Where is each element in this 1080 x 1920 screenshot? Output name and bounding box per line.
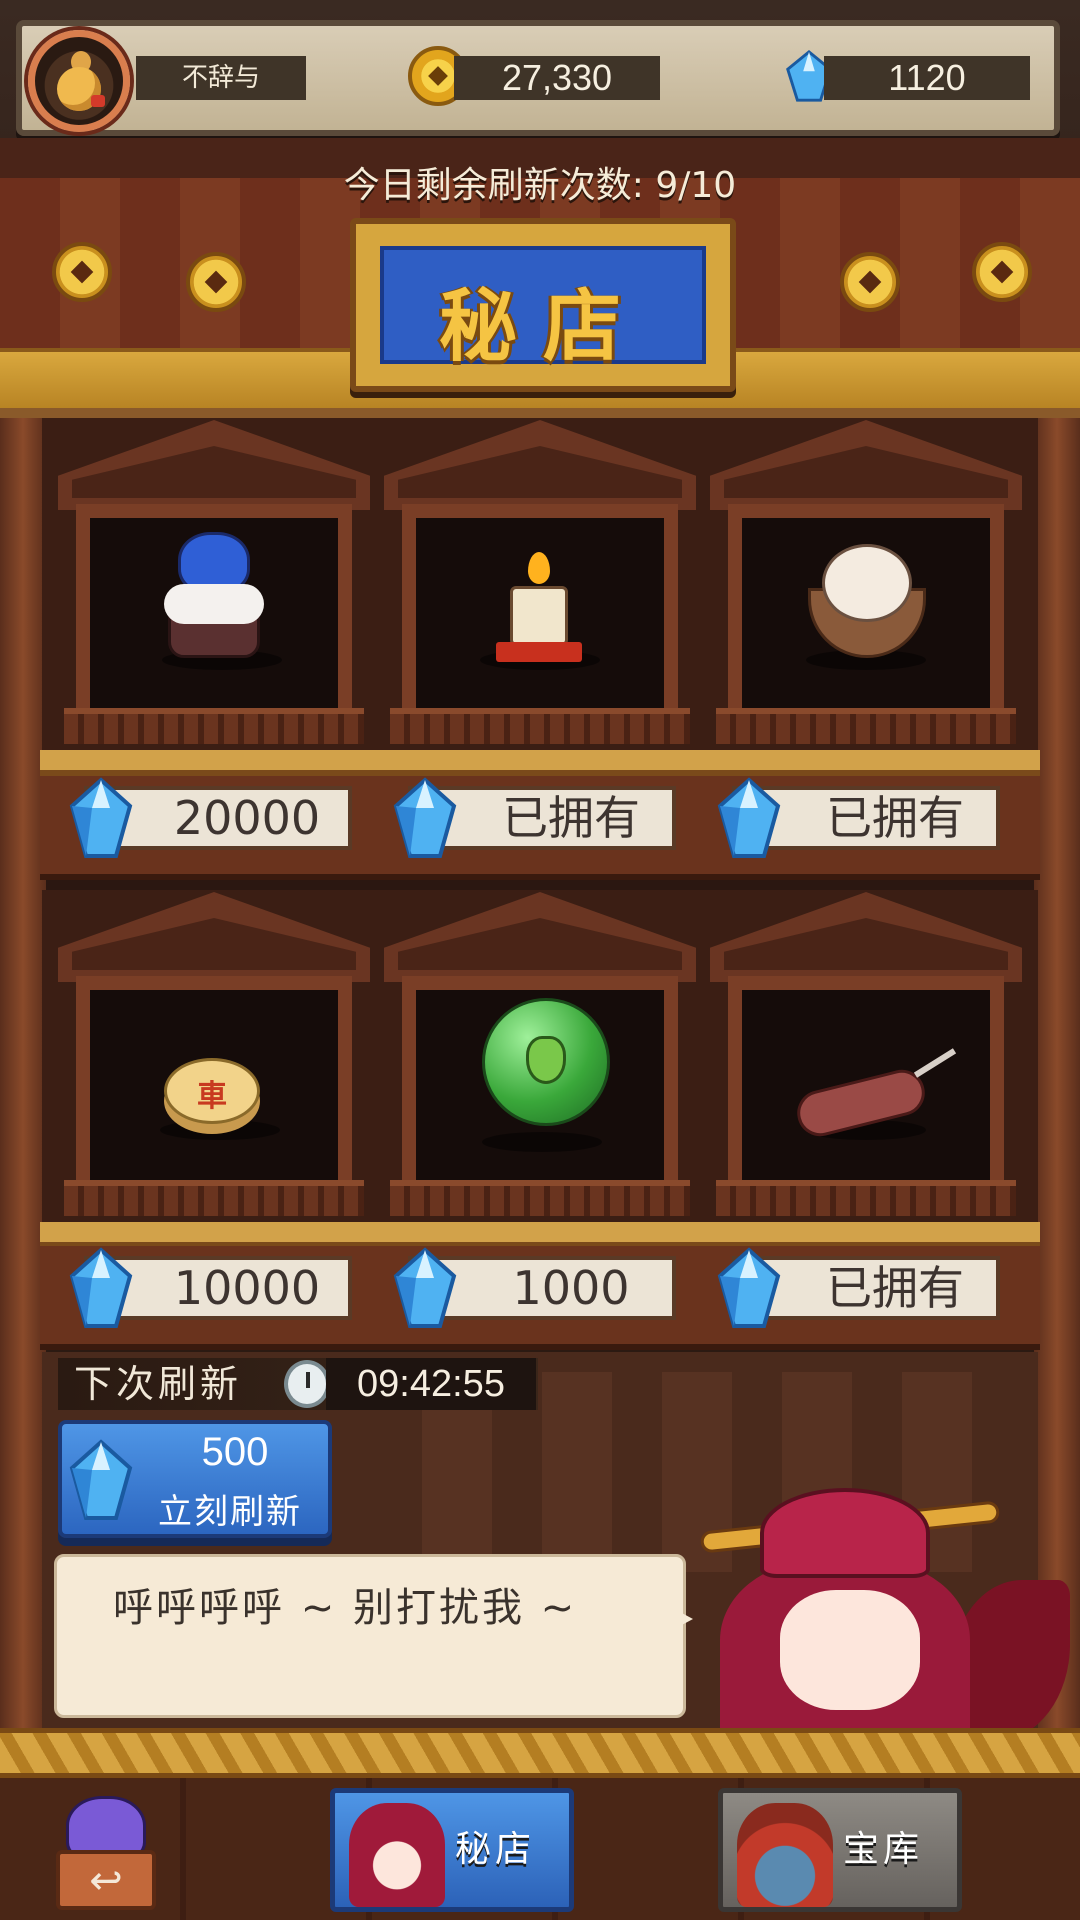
slot-roof	[710, 892, 1022, 982]
gem-icon	[714, 776, 784, 860]
gem-icon	[66, 776, 136, 860]
price-tag[interactable]: 1000	[393, 1247, 676, 1328]
chess-piece-icon: 車	[164, 1058, 264, 1138]
stopwatch-icon	[284, 1360, 330, 1408]
speech-bubble: 呼呼呼呼 ~ 别打扰我 ~	[54, 1554, 693, 1718]
next-refresh-bar: 下次刷新 09:42:55	[58, 1358, 538, 1410]
slot-roof	[58, 892, 370, 982]
tab-treasury[interactable]: 宝库	[718, 1788, 962, 1912]
tab-label: 宝库	[843, 1829, 924, 1870]
slot-rail	[716, 708, 1016, 744]
gem-icon	[390, 1246, 460, 1330]
cake-cream	[164, 584, 264, 624]
bubble-sprout	[526, 1036, 566, 1084]
dialog-text: 呼呼呼呼 ~ 别打扰我 ~	[113, 1585, 578, 1631]
slot-roof	[58, 420, 370, 510]
slot-rail	[64, 1180, 364, 1216]
sausage-icon	[792, 1048, 957, 1142]
left-post	[0, 418, 46, 1738]
shopkeeper-portrait-icon	[349, 1803, 445, 1907]
tab-secret-shop[interactable]: 秘店	[330, 1788, 574, 1912]
coin-count: 27,330	[454, 56, 660, 100]
shop-slot-6[interactable]	[710, 892, 1022, 1222]
price-tag[interactable]: 已拥有	[717, 1247, 1000, 1328]
shopkeeper-character	[699, 1470, 1070, 1760]
price-label: 已拥有	[502, 791, 640, 845]
roof-coin-icon	[186, 252, 246, 312]
price-tag[interactable]: 已拥有	[717, 777, 1000, 858]
slot-roof	[710, 420, 1022, 510]
refresh-cost: 500	[201, 1430, 269, 1474]
refresh-timer: 09:42:55	[326, 1358, 536, 1410]
treasurer-portrait-icon	[737, 1803, 833, 1907]
tab-label: 秘店	[455, 1829, 536, 1870]
sausage-body	[792, 1064, 930, 1142]
refresh-now-label: 立刻刷新	[158, 1492, 302, 1532]
gem-icon	[66, 1246, 136, 1330]
slot-roof	[384, 892, 696, 982]
resource-bar: 不辞与 27,330 1120	[16, 20, 1060, 136]
shelf-plank	[40, 750, 1040, 776]
gem-count: 1120	[824, 56, 1030, 100]
slot-rail	[716, 1180, 1016, 1216]
shelf-plank	[40, 1222, 1040, 1248]
npc-hat	[760, 1488, 930, 1578]
slot-rail	[390, 1180, 690, 1216]
green-bubble-icon	[482, 998, 610, 1126]
blue-cake-icon	[164, 528, 264, 662]
price-label: 10000	[173, 1261, 321, 1315]
roof-coin-icon	[840, 252, 900, 312]
price-tag[interactable]: 20000	[69, 777, 352, 858]
price-label: 20000	[173, 791, 321, 845]
gem-icon	[390, 776, 460, 860]
candle-body	[510, 586, 568, 646]
back-arrow-icon: ↩	[89, 1858, 123, 1904]
shop-slot-4[interactable]	[58, 892, 370, 1222]
refresh-now-button[interactable]: 500 立刻刷新	[58, 1420, 332, 1538]
refresh-count-label: 今日剩余刷新次数: 9/10	[343, 165, 737, 206]
gem-icon	[714, 1246, 784, 1330]
gourd-tassel	[91, 95, 105, 107]
price-label: 已拥有	[826, 1261, 964, 1315]
npc-face	[780, 1590, 920, 1710]
roof-coin-icon	[52, 242, 112, 302]
candle-dish	[496, 642, 582, 662]
secret-shop-screen: 不辞与 27,330 1120 今日剩余刷新次数: 9/10 秘店 20000 …	[0, 0, 1080, 1920]
next-refresh-label: 下次刷新	[74, 1362, 243, 1406]
player-avatar[interactable]	[28, 30, 130, 132]
price-tag[interactable]: 已拥有	[393, 777, 676, 858]
shop-title: 秘店	[438, 282, 647, 372]
slot-rail	[64, 708, 364, 744]
gem-icon	[66, 1438, 136, 1522]
slot-roof	[384, 420, 696, 510]
right-post	[1034, 418, 1080, 1738]
decorative-rope	[0, 1728, 1080, 1778]
back-button[interactable]: ↩	[52, 1796, 160, 1912]
chess-piece-char: 車	[197, 1079, 227, 1114]
sign-panel: 秘店	[380, 246, 706, 372]
chess-disc: 車	[164, 1058, 260, 1124]
slot-rail	[390, 708, 690, 744]
price-label: 已拥有	[826, 791, 964, 845]
candle-flame	[528, 552, 550, 584]
price-tag[interactable]: 10000	[69, 1247, 352, 1328]
shop-sign: 秘店	[350, 218, 736, 392]
coconut-egg-icon	[808, 544, 926, 662]
candle-icon	[494, 552, 584, 664]
price-label: 1000	[512, 1261, 630, 1315]
player-name: 不辞与	[136, 56, 306, 100]
egg-head	[822, 544, 912, 622]
item-shadow	[482, 1132, 602, 1152]
back-sign: ↩	[56, 1850, 156, 1910]
roof-coin-icon	[972, 242, 1032, 302]
